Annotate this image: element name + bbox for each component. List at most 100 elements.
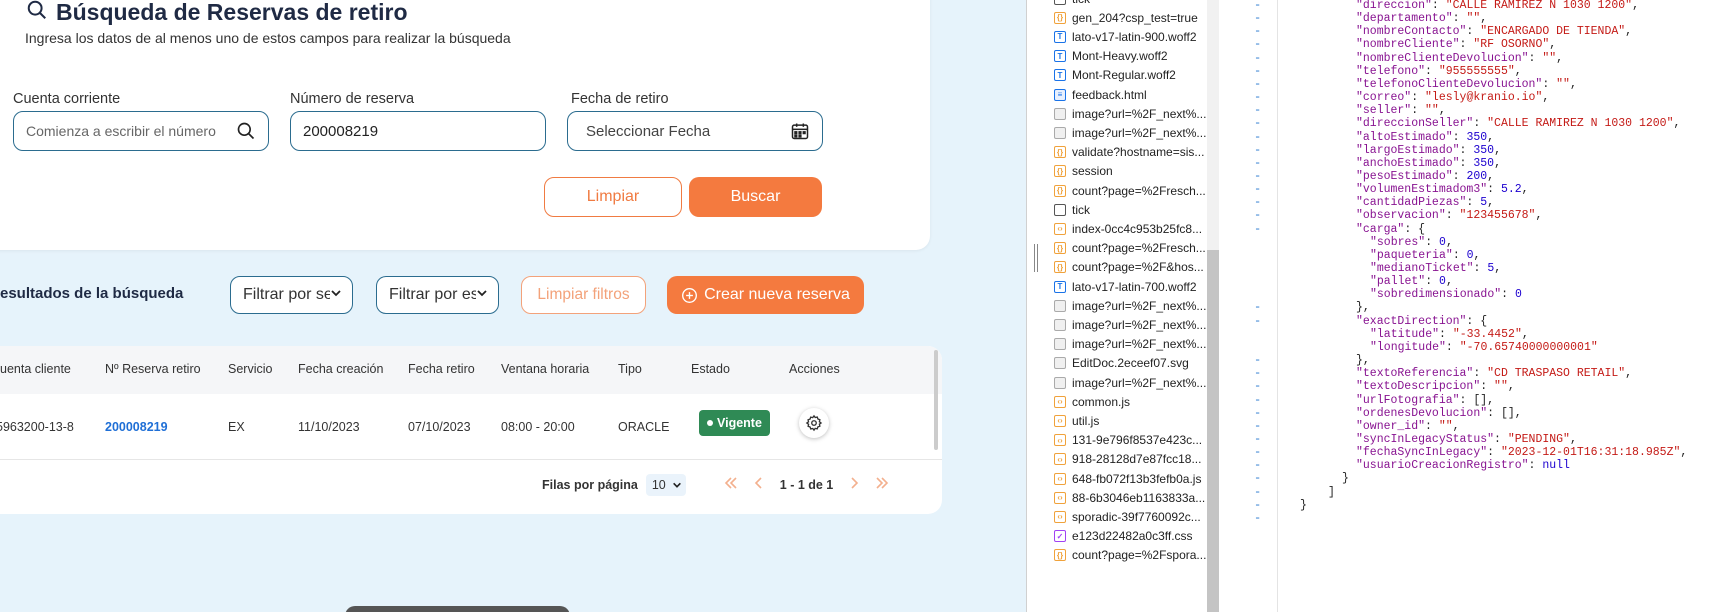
- json-key: "largoEstimado": [1356, 143, 1460, 157]
- json-line: "pallet": 0,: [1370, 275, 1453, 289]
- network-request-item[interactable]: ‹› index-0cc4c953b25fc8...: [1054, 218, 1207, 239]
- diff-marker: -: [1254, 37, 1262, 52]
- filter-state-select[interactable]: Filtrar por es: [376, 276, 499, 314]
- network-request-item[interactable]: ‹› 918-28128d7e87fcc18...: [1054, 449, 1207, 470]
- network-request-item[interactable]: image?url=%2F_next%...: [1054, 103, 1207, 124]
- json-value: "123455678": [1459, 209, 1536, 223]
- json-line: "sobres": 0,: [1370, 235, 1453, 249]
- diff-marker: -: [1254, 458, 1262, 473]
- network-request-item[interactable]: ≡ feedback.html: [1054, 84, 1207, 105]
- network-request-item[interactable]: {} count?page=%2Fresch...: [1054, 238, 1207, 259]
- network-request-item[interactable]: ‹› sporadic-39f7760092c...: [1054, 506, 1207, 527]
- network-request-item[interactable]: {} validate?hostname=sis...: [1054, 142, 1207, 163]
- network-request-item[interactable]: ‹› 131-9e796f8537e423c...: [1054, 430, 1207, 451]
- network-request-item[interactable]: image?url=%2F_next%...: [1054, 334, 1207, 355]
- cell-retiro: 07/10/2023: [408, 420, 471, 434]
- chevron-down-icon: [330, 286, 342, 304]
- network-request-item[interactable]: ‹› 648-fb072f13b3fefb0a.js: [1054, 468, 1207, 489]
- next-page-icon[interactable]: [849, 476, 859, 495]
- json-value: []: [1473, 393, 1488, 407]
- calendar-icon[interactable]: [790, 121, 810, 141]
- rows-per-page-select[interactable]: 10: [645, 474, 686, 496]
- cuenta-placeholder: Comienza a escribir el número: [26, 123, 216, 139]
- cell-tipo: ORACLE: [618, 420, 670, 434]
- network-request-item[interactable]: tick: [1054, 199, 1207, 220]
- diff-marker: -: [1254, 90, 1262, 105]
- chevron-down-icon: [672, 482, 681, 488]
- gear-icon: [805, 414, 823, 432]
- network-request-name: 131-9e796f8537e423c...: [1072, 433, 1203, 448]
- network-request-name: 88-6b3046eb1163833a...: [1072, 490, 1206, 505]
- json-key: "sobres": [1370, 235, 1426, 249]
- json-line: },: [1356, 354, 1370, 367]
- floating-toolbar[interactable]: [345, 606, 570, 612]
- network-request-item[interactable]: image?url=%2F_next%...: [1054, 314, 1207, 335]
- network-request-item[interactable]: image?url=%2F_next%...: [1054, 122, 1207, 143]
- img-file-icon: [1054, 376, 1066, 389]
- json-value: {: [1418, 222, 1426, 236]
- network-request-item[interactable]: ‹› util.js: [1054, 410, 1207, 431]
- json-key: "telefono": [1356, 64, 1426, 78]
- json-line: "pesoEstimado": 200,: [1356, 169, 1495, 183]
- json-key: "seller": [1356, 104, 1412, 118]
- diff-marker: -: [1254, 195, 1262, 210]
- network-request-item[interactable]: ‹› 88-6b3046eb1163833a...: [1054, 487, 1207, 508]
- settings-gear-button[interactable]: [799, 408, 829, 438]
- doc-file-icon: {}: [1054, 261, 1066, 274]
- diff-marker: -: [1254, 24, 1262, 39]
- network-request-item[interactable]: {} count?page=%2Fresch...: [1054, 180, 1207, 201]
- clear-filters-button[interactable]: Limpiar filtros: [521, 276, 646, 314]
- prev-page-icon[interactable]: [754, 476, 764, 495]
- cell-reserva-link[interactable]: 200008219: [105, 420, 168, 434]
- doc-file-icon: {}: [1054, 242, 1066, 255]
- json-line: "telefono": "955555555",: [1356, 64, 1522, 78]
- filter-service-select[interactable]: Filtrar por se: [230, 276, 353, 314]
- network-request-name: 648-fb072f13b3fefb0a.js: [1072, 471, 1202, 486]
- js-file-icon: ‹›: [1054, 414, 1066, 427]
- doc-file-icon: {}: [1054, 549, 1066, 562]
- table-scrollbar[interactable]: [934, 350, 938, 450]
- network-scrollbar[interactable]: [1207, 250, 1219, 612]
- network-request-name: image?url=%2F_next%...: [1072, 106, 1207, 121]
- table-row[interactable]: 5963200-13-8 200008219 EX 11/10/2023 07/…: [0, 394, 942, 460]
- network-request-item[interactable]: T Mont-Regular.woff2: [1054, 65, 1207, 86]
- network-request-item[interactable]: {} count?page=%2Fspora...: [1054, 545, 1207, 566]
- json-value: "": [1438, 419, 1453, 433]
- network-request-item[interactable]: EditDoc.2eceef07.svg: [1054, 353, 1207, 374]
- network-request-item[interactable]: {} count?page=%2F&hos...: [1054, 257, 1207, 278]
- js-file-icon: ‹›: [1054, 453, 1066, 466]
- create-reservation-button[interactable]: Crear nueva reserva: [667, 276, 864, 314]
- network-request-item[interactable]: T Mont-Heavy.woff2: [1054, 46, 1207, 67]
- network-request-item[interactable]: image?url=%2F_next%...: [1054, 372, 1207, 393]
- network-request-item[interactable]: Tlato-v17-latin-900.woff2: [1054, 26, 1207, 47]
- network-request-item[interactable]: ‹› common.js: [1054, 391, 1207, 412]
- search-icon: [26, 0, 48, 26]
- json-value: ]: [1328, 485, 1335, 499]
- diff-marker: -: [1254, 431, 1262, 446]
- json-value: "lesly@kranio.io": [1425, 91, 1543, 105]
- clear-button[interactable]: Limpiar: [544, 177, 682, 217]
- json-value: 5: [1480, 196, 1488, 210]
- diff-marker: -: [1254, 116, 1262, 131]
- first-page-icon[interactable]: [724, 476, 738, 495]
- json-line: "owner_id": "",: [1356, 419, 1460, 433]
- panel-resize-handle[interactable]: [1034, 244, 1038, 272]
- json-line: "latitude": "-33.4452",: [1370, 327, 1529, 341]
- network-request-item[interactable]: ✓ e123d22482a0c3ff.css: [1054, 526, 1207, 547]
- json-value: "": [1466, 12, 1481, 26]
- json-key: "carga": [1356, 222, 1405, 236]
- network-request-name: tick: [1072, 0, 1090, 6]
- last-page-icon[interactable]: [875, 476, 889, 495]
- fecha-input[interactable]: Seleccionar Fecha: [567, 111, 823, 151]
- json-value: "CALLE RAMIREZ N 1030 1200": [1487, 117, 1674, 131]
- search-icon[interactable]: [236, 121, 256, 141]
- search-button[interactable]: Buscar: [689, 177, 822, 217]
- cuenta-input[interactable]: Comienza a escribir el número: [13, 111, 269, 151]
- reserva-input[interactable]: 200008219: [290, 111, 546, 151]
- network-request-item[interactable]: {} session: [1054, 161, 1207, 182]
- network-request-item[interactable]: Tlato-v17-latin-700.woff2: [1054, 276, 1207, 297]
- json-value: "RF OSORNO": [1473, 38, 1550, 52]
- diff-marker: -: [1254, 11, 1262, 26]
- network-request-item[interactable]: {} gen_204?csp_test=true: [1054, 7, 1207, 28]
- network-request-item[interactable]: image?url=%2F_next%...: [1054, 295, 1207, 316]
